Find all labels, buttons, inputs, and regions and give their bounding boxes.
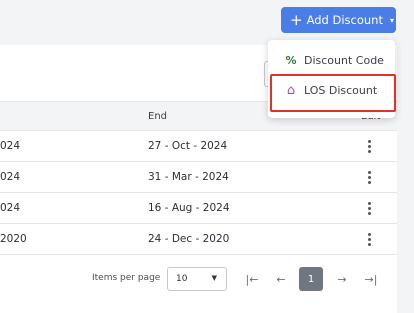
- percent-icon: %: [285, 53, 297, 67]
- start-date-cell: 024: [0, 171, 21, 183]
- menu-item-discount-code[interactable]: % Discount Code: [268, 45, 395, 75]
- more-vertical-icon[interactable]: [366, 140, 372, 153]
- end-date-cell: 16 - Aug - 2024: [148, 202, 230, 214]
- table-row: 2020 24 - Dec - 2020: [0, 224, 397, 255]
- items-per-page-label: Items per page: [92, 273, 161, 283]
- items-per-page-select[interactable]: 10 ▼: [167, 267, 227, 291]
- start-date-cell: 024: [0, 140, 21, 152]
- next-page-button[interactable]: →: [330, 267, 354, 291]
- plus-icon: +: [290, 10, 303, 29]
- menu-item-label: Discount Code: [304, 53, 384, 67]
- chevron-down-icon: ▼: [211, 274, 217, 282]
- table-row: 024 27 - Oct - 2024: [0, 131, 397, 162]
- end-date-cell: 27 - Oct - 2024: [148, 140, 228, 152]
- last-page-button[interactable]: →|: [359, 267, 383, 291]
- previous-page-button[interactable]: ←: [269, 267, 293, 291]
- first-page-button[interactable]: |←: [240, 267, 264, 291]
- start-date-cell: 024: [0, 202, 21, 214]
- add-discount-button[interactable]: + Add Discount ▾: [281, 7, 396, 33]
- table-row: 024 31 - Mar - 2024: [0, 162, 397, 193]
- more-vertical-icon[interactable]: [366, 233, 372, 246]
- table-row: 024 16 - Aug - 2024: [0, 193, 397, 224]
- items-per-page-value: 10: [176, 274, 188, 284]
- column-end: End: [148, 111, 168, 122]
- selection-highlight: [270, 74, 396, 112]
- more-vertical-icon[interactable]: [366, 171, 372, 184]
- current-page-button[interactable]: 1: [299, 267, 323, 291]
- start-date-cell: 2020: [0, 233, 27, 245]
- more-vertical-icon[interactable]: [366, 202, 372, 215]
- add-discount-label: Add Discount: [306, 13, 383, 27]
- end-date-cell: 24 - Dec - 2020: [148, 233, 230, 245]
- caret-down-icon: ▾: [390, 15, 395, 25]
- end-date-cell: 31 - Mar - 2024: [148, 171, 229, 183]
